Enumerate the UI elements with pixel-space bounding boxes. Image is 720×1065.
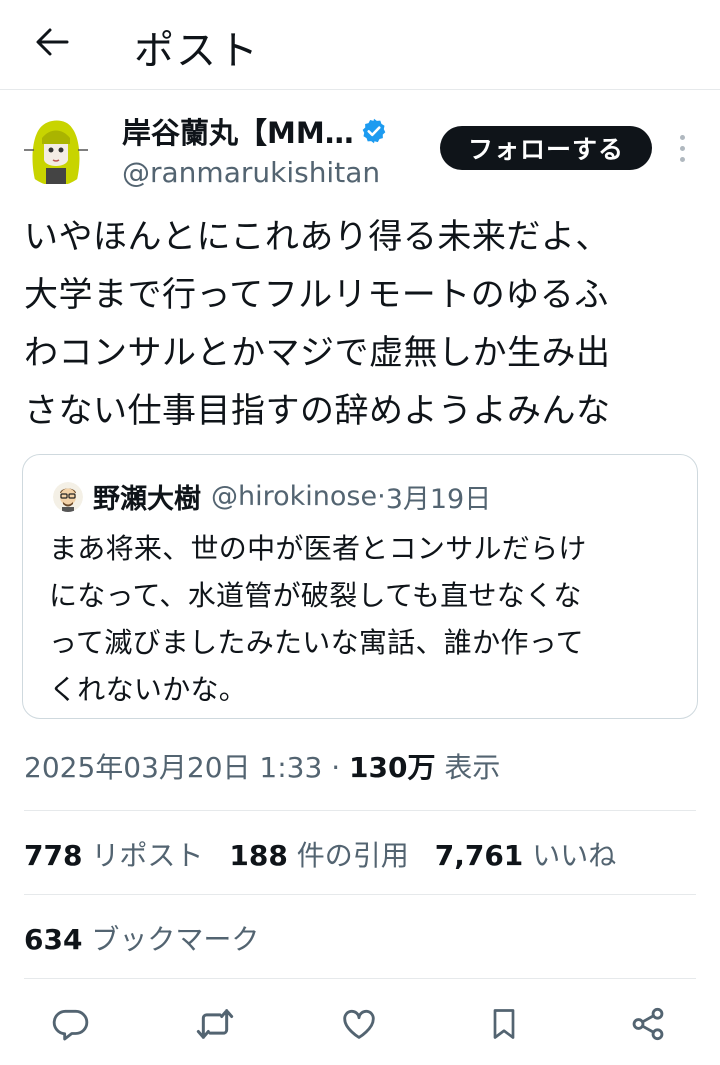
- like-stat[interactable]: 7,761 いいね: [435, 834, 616, 874]
- quoted-text: まあ将来、世の中が医者とコンサルだらけ になって、水道管が破裂しても直せなくな …: [49, 525, 679, 713]
- verified-badge-icon: [360, 117, 388, 145]
- view-count: 130万: [349, 751, 436, 784]
- more-dot-icon: [679, 134, 685, 140]
- repost-button[interactable]: [191, 1000, 239, 1048]
- like-count: 7,761: [434, 839, 524, 872]
- repost-icon: [196, 1009, 234, 1039]
- timestamp-separator: ·: [322, 751, 349, 784]
- post-text: いやほんとにこれあり得る未来だよ、 大学まで行ってフルリモートのゆるふ わコンサ…: [24, 208, 700, 440]
- repost-label: リポスト: [82, 839, 204, 872]
- post-author: 岸谷蘭丸【MM… @ranmarukishitan フォローする: [0, 100, 720, 200]
- share-button[interactable]: [624, 1000, 672, 1048]
- post-timestamp: 2025年03月20日 1:33 · 130万 表示: [24, 746, 500, 786]
- view-label: 表示: [435, 751, 501, 784]
- top-bar: ポスト: [0, 0, 720, 90]
- back-button[interactable]: [30, 20, 74, 64]
- quote-label: 件の引用: [287, 839, 409, 872]
- quoted-author-handle: @hirokinose: [211, 481, 378, 512]
- engagement-stats: 778 リポスト 188 件の引用 7,761 いいね: [24, 834, 616, 874]
- quoted-post-header: 野瀬大樹 @hirokinose · 3月19日: [53, 477, 491, 516]
- post-datetime[interactable]: 2025年03月20日 1:33: [24, 751, 322, 784]
- follow-button[interactable]: フォローする: [440, 126, 652, 170]
- like-label: いいね: [523, 839, 617, 872]
- bookmark-stat[interactable]: 634 ブックマーク: [24, 918, 259, 958]
- quoted-line: くれないかな。: [49, 673, 248, 706]
- quoted-line: って滅びましたみたいな寓話、誰か作って: [49, 626, 584, 659]
- more-options-button[interactable]: [668, 130, 696, 166]
- share-icon: [632, 1007, 664, 1041]
- page-title: ポスト: [134, 28, 260, 74]
- quoted-post[interactable]: 野瀬大樹 @hirokinose · 3月19日 まあ将来、世の中が医者とコンサ…: [22, 454, 698, 719]
- quoted-date: 3月19日: [385, 484, 492, 515]
- post-line: わコンサルとかマジで虚無しか生み出: [24, 333, 611, 373]
- more-dot-icon: [679, 145, 685, 151]
- reply-icon: [52, 1009, 89, 1041]
- quoted-author-name: 野瀬大樹: [93, 484, 201, 515]
- action-bar: [0, 996, 720, 1052]
- like-icon: [343, 1009, 375, 1039]
- quoted-separator: ·: [377, 481, 386, 512]
- bookmark-count: 634: [24, 923, 83, 956]
- more-dot-icon: [679, 156, 685, 162]
- repost-count: 778: [24, 839, 83, 872]
- author-handle[interactable]: @ranmarukishitan: [122, 156, 380, 189]
- post-line: さない仕事目指すの辞めようよみんな: [24, 391, 611, 431]
- back-arrow-icon: [36, 28, 69, 56]
- like-button[interactable]: [335, 1000, 383, 1048]
- quote-count: 188: [229, 839, 288, 872]
- divider: [24, 894, 696, 895]
- quoted-line: になって、水道管が破裂しても直せなくな: [49, 579, 582, 612]
- repost-stat[interactable]: 778 リポスト: [24, 834, 203, 874]
- divider: [24, 810, 696, 811]
- reply-button[interactable]: [47, 1000, 95, 1048]
- bookmark-label: ブックマーク: [82, 923, 260, 956]
- post-line: いやほんとにこれあり得る未来だよ、: [24, 217, 610, 257]
- avatar[interactable]: [20, 114, 92, 186]
- author-name[interactable]: 岸谷蘭丸【MM…: [122, 110, 354, 152]
- quote-stat[interactable]: 188 件の引用: [229, 834, 408, 874]
- post-line: 大学まで行ってフルリモートのゆるふ: [24, 275, 609, 315]
- quoted-avatar: [53, 481, 83, 512]
- bookmark-icon: [493, 1009, 515, 1039]
- quoted-line: まあ将来、世の中が医者とコンサルだらけ: [49, 532, 587, 565]
- bookmark-button[interactable]: [480, 1000, 528, 1048]
- divider: [24, 978, 696, 979]
